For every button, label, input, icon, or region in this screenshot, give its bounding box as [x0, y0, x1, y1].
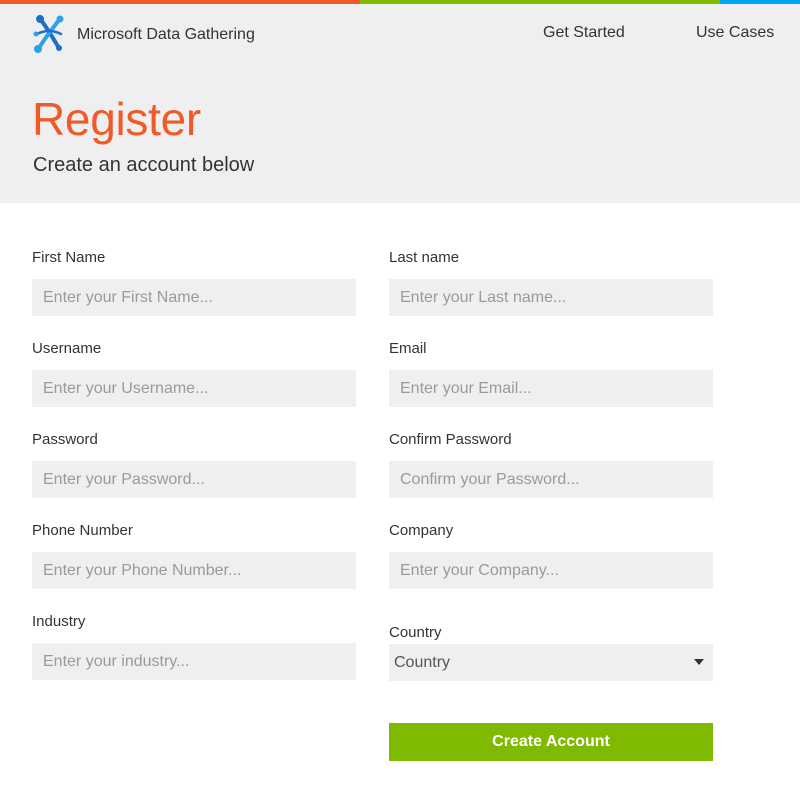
confirm-password-label: Confirm Password	[389, 431, 512, 448]
nav-get-started-link[interactable]: Get Started	[543, 24, 625, 42]
username-group: Username	[32, 340, 356, 407]
last-name-group: Last name	[389, 249, 713, 316]
company-input[interactable]	[389, 552, 713, 589]
first-name-label: First Name	[32, 249, 106, 266]
country-select[interactable]: Country	[389, 644, 713, 681]
phone-label: Phone Number	[32, 522, 133, 539]
country-label: Country	[389, 624, 442, 641]
phone-input[interactable]	[32, 552, 356, 589]
first-name-group: First Name	[32, 249, 356, 316]
country-group: Country Country	[389, 624, 713, 681]
page-subtitle: Create an account below	[33, 154, 255, 176]
email-label: Email	[389, 340, 427, 357]
username-input[interactable]	[32, 370, 356, 407]
first-name-input[interactable]	[32, 279, 356, 316]
password-input[interactable]	[32, 461, 356, 498]
confirm-password-group: Confirm Password	[389, 431, 713, 498]
last-name-label: Last name	[389, 249, 460, 266]
industry-label: Industry	[32, 613, 86, 630]
email-input[interactable]	[389, 370, 713, 407]
industry-group: Industry	[32, 613, 356, 680]
nav-use-cases-link[interactable]: Use Cases	[696, 24, 774, 42]
company-group: Company	[389, 522, 713, 589]
last-name-input[interactable]	[389, 279, 713, 316]
confirm-password-input[interactable]	[389, 461, 713, 498]
page-header: Microsoft Data Gathering Get Started Use…	[0, 4, 800, 203]
page-title: Register	[32, 93, 201, 145]
phone-group: Phone Number	[32, 522, 356, 589]
company-label: Company	[389, 522, 454, 539]
registration-form: First Name Last name Username Email Pass…	[0, 203, 800, 800]
molecule-x-logo-icon	[33, 15, 64, 53]
caret-down-icon	[694, 659, 704, 665]
brand-name: Microsoft Data Gathering	[77, 26, 255, 43]
brand-logo-link[interactable]: Microsoft Data Gathering	[31, 14, 255, 54]
create-account-button[interactable]: Create Account	[389, 723, 713, 761]
email-group: Email	[389, 340, 713, 407]
industry-input[interactable]	[32, 643, 356, 680]
username-label: Username	[32, 340, 102, 357]
password-group: Password	[32, 431, 356, 498]
country-select-value: Country	[394, 654, 451, 671]
password-label: Password	[32, 431, 98, 448]
